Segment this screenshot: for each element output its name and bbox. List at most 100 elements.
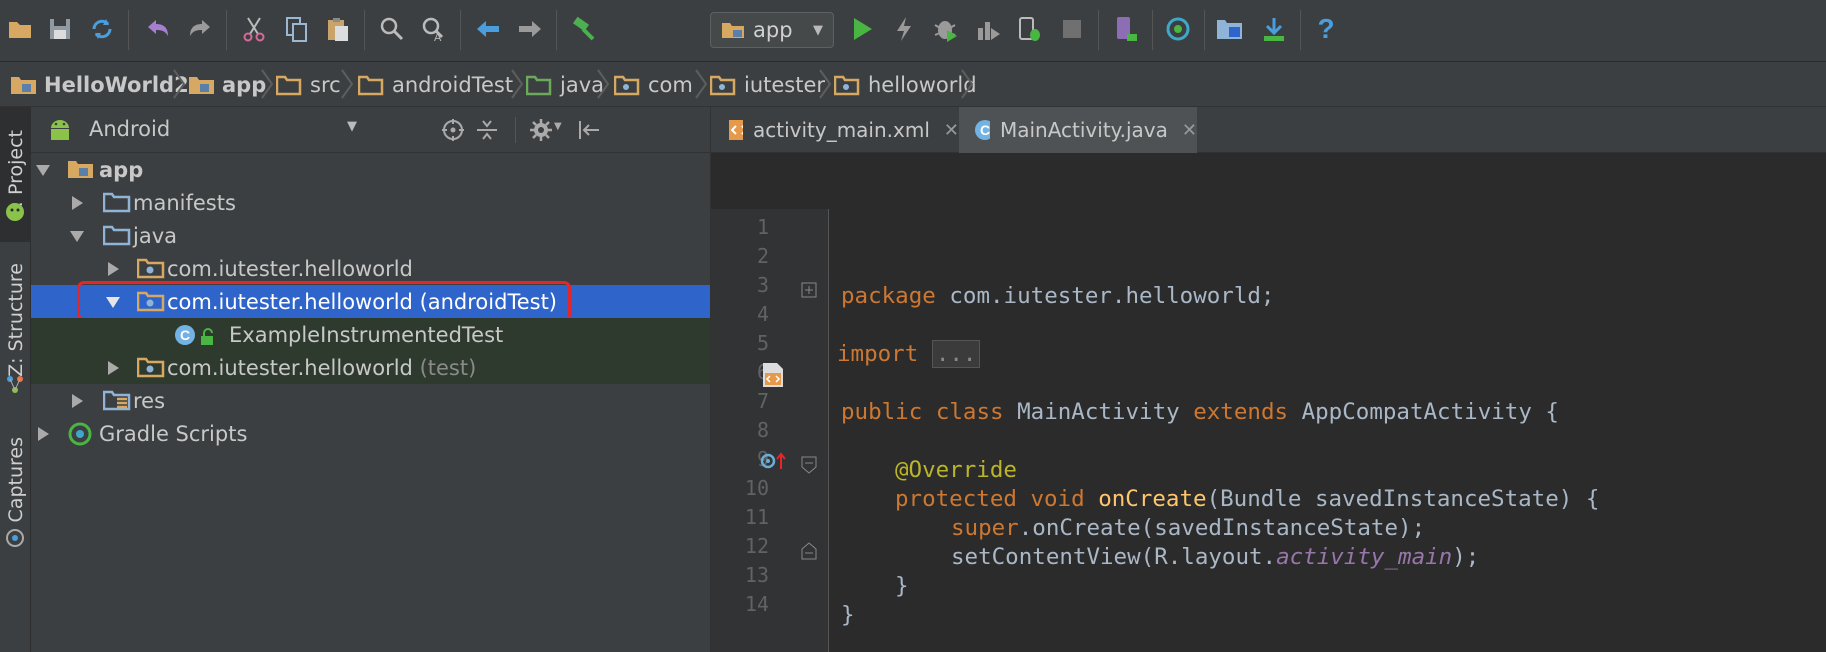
replace-icon[interactable]: A (416, 11, 452, 47)
highlight-box (77, 281, 571, 321)
code-line-1: package com.iutester.helloworld; (841, 283, 1275, 309)
breadcrumb-separator-icon (819, 69, 832, 99)
chevron-down-icon[interactable]: ▼ (347, 119, 357, 134)
layout-link-icon[interactable] (761, 361, 785, 389)
collapsed-arrow-icon[interactable] (69, 195, 85, 211)
avd-manager-icon[interactable] (1108, 11, 1144, 47)
view-mode-select[interactable]: Android (89, 117, 170, 141)
override-icon[interactable] (759, 449, 789, 473)
tree-item-gradle-scripts[interactable]: Gradle Scripts (31, 417, 710, 450)
tree-item-exampleinstrumentedtest[interactable]: C ExampleInstrumentedTest (31, 318, 710, 351)
captures-icon (6, 529, 24, 547)
help-icon[interactable]: ? (1308, 11, 1344, 47)
breadcrumb-item-helloworld[interactable]: helloworld (834, 62, 977, 107)
breadcrumb-separator-icon (695, 69, 708, 99)
run-config-dropdown[interactable]: app ▼ (710, 12, 834, 48)
apply-changes-icon[interactable] (886, 11, 922, 47)
structure-icon (7, 376, 23, 393)
editor-notification-area (711, 153, 1826, 191)
save-icon[interactable] (42, 11, 78, 47)
android-icon (6, 203, 24, 221)
tree-item-java[interactable]: java (31, 219, 710, 252)
run-icon[interactable] (844, 11, 880, 47)
resource-folder-icon (103, 390, 131, 411)
hide-panel-icon[interactable] (577, 118, 601, 142)
tab-captures[interactable]: Captures (0, 425, 31, 535)
attach-debugger-icon[interactable] (1012, 11, 1048, 47)
tab-activity-main-xml[interactable]: activity_main.xml ✕ (711, 107, 959, 153)
tree-item-app[interactable]: app (31, 153, 710, 186)
package-icon (614, 75, 640, 95)
folder-icon (276, 75, 302, 95)
breadcrumb-item-app[interactable]: app (188, 62, 266, 107)
collapsed-arrow-icon[interactable] (69, 393, 85, 409)
breadcrumb-separator-icon (961, 69, 974, 99)
line-number: 4 (756, 302, 769, 326)
breadcrumb-item-src[interactable]: src (276, 62, 341, 107)
xml-file-icon (729, 120, 743, 140)
line-number: 2 (756, 244, 769, 268)
expanded-arrow-icon[interactable] (35, 162, 51, 178)
folded-imports[interactable]: ... (931, 340, 981, 368)
tree-item-res[interactable]: res (31, 384, 710, 417)
expanded-arrow-icon[interactable] (69, 228, 85, 244)
sdk-manager-icon[interactable] (1256, 11, 1292, 47)
redo-icon[interactable] (182, 11, 218, 47)
android-icon (51, 120, 69, 140)
debug-icon[interactable] (928, 11, 964, 47)
folder-icon (358, 75, 384, 95)
line-number: 1 (756, 215, 769, 239)
code-line-3: import ... (837, 340, 981, 368)
code-line-12: } (895, 573, 909, 599)
package-icon (710, 75, 736, 95)
stop-icon[interactable] (1054, 11, 1090, 47)
scroll-from-source-icon[interactable] (441, 118, 465, 142)
collapsed-arrow-icon[interactable] (105, 261, 121, 277)
svg-text:C: C (180, 327, 190, 343)
package-icon (137, 357, 165, 378)
code-line-9: protected void onCreate(Bundle savedInst… (895, 486, 1600, 512)
forward-icon[interactable] (512, 11, 548, 47)
sync-gradle-icon[interactable] (1160, 11, 1196, 47)
tree-item-manifests[interactable]: manifests (31, 186, 710, 219)
folder-icon (103, 225, 131, 246)
main-toolbar: A app ▼ ? (0, 0, 1826, 62)
tree-item-package-test[interactable]: com.iutester.helloworld (test) (31, 351, 710, 384)
tab-mainactivity-java[interactable]: C MainActivity.java ✕ (959, 107, 1197, 153)
tab-structure[interactable]: Z: Structure (0, 255, 31, 385)
breadcrumb-item-iutester[interactable]: iutester (710, 62, 825, 107)
project-structure-icon[interactable] (1212, 11, 1248, 47)
fold-expand-icon[interactable] (801, 282, 817, 298)
project-panel-header: Android ▼ ▼ (31, 107, 710, 153)
undo-icon[interactable] (140, 11, 176, 47)
unlock-icon (201, 328, 213, 345)
breadcrumb-item-com[interactable]: com (614, 62, 693, 107)
breadcrumb-item-java[interactable]: java (526, 62, 604, 107)
gradle-icon (68, 422, 92, 446)
copy-icon[interactable] (278, 11, 314, 47)
close-icon[interactable]: ✕ (944, 120, 959, 141)
collapsed-arrow-icon[interactable] (35, 426, 51, 442)
paste-icon[interactable] (320, 11, 356, 47)
line-number: 14 (744, 592, 769, 616)
breadcrumb-item-helloworld2[interactable]: HelloWorld2 (10, 62, 189, 107)
line-number: 11 (744, 505, 769, 529)
open-icon[interactable] (2, 11, 38, 47)
collapse-all-icon[interactable] (475, 118, 499, 142)
breadcrumb-item-androidtest[interactable]: androidTest (358, 62, 513, 107)
class-icon: C (175, 325, 195, 345)
find-icon[interactable] (374, 11, 410, 47)
back-icon[interactable] (470, 11, 506, 47)
chevron-down-icon: ▼ (813, 22, 823, 38)
make-icon[interactable] (566, 11, 602, 47)
breadcrumb-separator-icon (341, 69, 354, 99)
fold-end-icon[interactable] (801, 542, 817, 560)
cut-icon[interactable] (236, 11, 272, 47)
collapsed-arrow-icon[interactable] (105, 360, 121, 376)
package-icon (834, 75, 860, 95)
close-icon[interactable]: ✕ (1182, 120, 1197, 141)
profile-icon[interactable] (970, 11, 1006, 47)
gear-icon[interactable] (529, 118, 553, 142)
fold-start-icon[interactable] (801, 456, 817, 474)
sync-icon[interactable] (84, 11, 120, 47)
